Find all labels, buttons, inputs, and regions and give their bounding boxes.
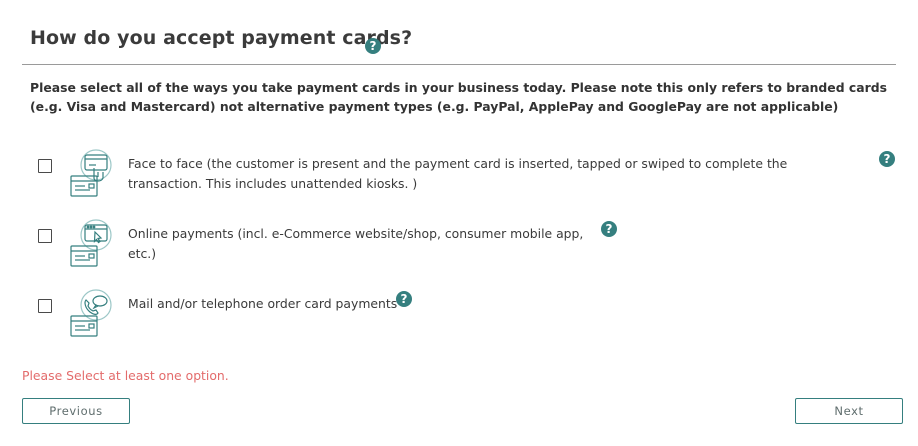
face-to-face-help-icon[interactable]: ? — [879, 151, 895, 167]
face-to-face-label: Face to face (the customer is present an… — [128, 156, 788, 191]
title-divider — [22, 64, 896, 65]
option-face-to-face: Face to face (the customer is present an… — [0, 148, 918, 204]
mail-telephone-checkbox[interactable] — [38, 299, 52, 313]
face-to-face-checkbox[interactable] — [38, 159, 52, 173]
online-payments-help-icon[interactable]: ? — [601, 221, 617, 237]
option-mail-telephone: Mail and/or telephone order card payment… — [0, 288, 918, 344]
mail-telephone-help-icon[interactable]: ? — [396, 291, 412, 307]
online-browser-payment-icon — [70, 219, 112, 267]
previous-button[interactable]: Previous — [22, 398, 130, 424]
next-button[interactable]: Next — [795, 398, 903, 424]
online-payments-checkbox[interactable] — [38, 229, 52, 243]
instructions-text: Please select all of the ways you take p… — [30, 80, 887, 114]
page-title: How do you accept payment cards? — [30, 27, 413, 49]
help-icon[interactable]: ? — [365, 38, 381, 54]
option-online-payments: Online payments (incl. e-Commerce websit… — [0, 218, 918, 274]
phone-chat-payment-icon — [70, 289, 112, 337]
validation-error-message: Please Select at least one option. — [22, 368, 229, 383]
online-payments-label: Online payments (incl. e-Commerce websit… — [128, 226, 584, 261]
mail-telephone-label: Mail and/or telephone order card payment… — [128, 296, 398, 311]
card-terminal-icon — [70, 149, 112, 197]
